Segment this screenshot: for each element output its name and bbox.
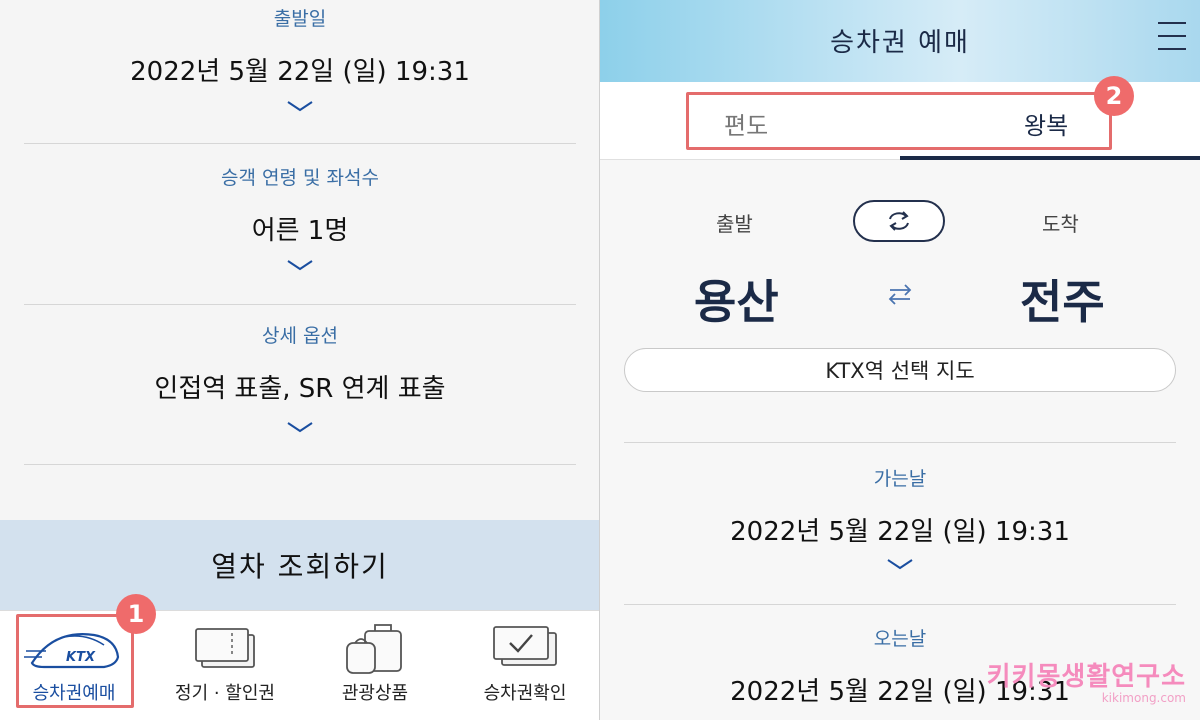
divider: [24, 304, 576, 305]
exchange-arrows-icon: [888, 284, 912, 305]
divider: [24, 143, 576, 144]
station-map-label: KTX역 선택 지도: [825, 359, 975, 383]
outbound-label: 가는날: [873, 468, 927, 490]
highlight-box: [686, 92, 1112, 150]
watermark-text: 키키몽생활연구소: [986, 662, 1186, 692]
active-tab-indicator: [900, 156, 1200, 160]
chevron-down-icon: [887, 559, 913, 570]
pass-ticket-icon: [195, 628, 255, 668]
chevron-down-icon: [287, 260, 313, 271]
arrival-label: 도착: [1042, 212, 1079, 236]
search-trains-button[interactable]: 열차 조회하기: [0, 520, 599, 610]
left-screen: 출발일 2022년 5월 22일 (일) 19:31 승객 연령 및 좌석수 어…: [0, 0, 600, 720]
passenger-value: 어른 1명: [251, 216, 349, 246]
step-badge-1: 1: [116, 594, 156, 634]
station-map-button[interactable]: KTX역 선택 지도: [624, 348, 1176, 392]
luggage-icon: [346, 624, 402, 674]
divider: [624, 604, 1176, 605]
right-screen: 승차권 예매 편도 왕복 2 출발 도착 용산 전주 KTX역 선택 지도 가는…: [600, 0, 1200, 720]
detail-options-section[interactable]: 상세 옵션 인접역 표출, SR 연계 표출: [24, 321, 576, 433]
divider: [624, 442, 1176, 443]
departure-label: 출발: [716, 212, 753, 236]
nav-pass-discount[interactable]: 정기 · 할인권: [150, 611, 300, 720]
swap-icon: [889, 211, 909, 231]
passenger-section[interactable]: 승객 연령 및 좌석수 어른 1명: [24, 163, 576, 271]
search-trains-label: 열차 조회하기: [211, 550, 389, 583]
nav-pass-discount-label: 정기 · 할인권: [175, 683, 275, 704]
chevron-down-icon: [287, 422, 313, 433]
arrival-station[interactable]: 전주: [1020, 266, 1105, 332]
outbound-value: 2022년 5월 22일 (일) 19:31: [730, 517, 1070, 547]
outbound-date-section[interactable]: 가는날 2022년 5월 22일 (일) 19:31: [624, 464, 1176, 570]
departure-date-label: 출발일: [273, 8, 327, 30]
swap-stations-button[interactable]: [853, 200, 945, 242]
inbound-label: 오는날: [873, 628, 927, 650]
ticket-check-icon: [493, 626, 557, 666]
watermark-url: kikimong.com: [1101, 691, 1186, 705]
page-title: 승차권 예매: [830, 28, 970, 58]
watermark: 키키몽생활연구소 kikimong.com: [987, 656, 1186, 705]
header-bar: 승차권 예매: [600, 0, 1200, 82]
detail-options-label: 상세 옵션: [262, 325, 338, 347]
highlight-box: [16, 614, 134, 708]
chevron-down-icon: [287, 101, 313, 112]
divider: [24, 464, 576, 465]
departure-date-value: 2022년 5월 22일 (일) 19:31: [130, 57, 470, 87]
hamburger-menu-icon[interactable]: [1158, 22, 1186, 52]
departure-station[interactable]: 용산: [694, 266, 779, 332]
nav-ticket-check-label: 승차권확인: [483, 683, 567, 704]
detail-options-value: 인접역 표출, SR 연계 표출: [154, 374, 446, 404]
nav-tour-products[interactable]: 관광상품: [300, 611, 450, 720]
nav-tour-products-label: 관광상품: [341, 683, 409, 704]
passenger-label: 승객 연령 및 좌석수: [221, 167, 379, 189]
nav-ticket-check[interactable]: 승차권확인: [450, 611, 599, 720]
step-badge-2: 2: [1094, 76, 1134, 116]
departure-date-section[interactable]: 출발일 2022년 5월 22일 (일) 19:31: [24, 4, 576, 112]
